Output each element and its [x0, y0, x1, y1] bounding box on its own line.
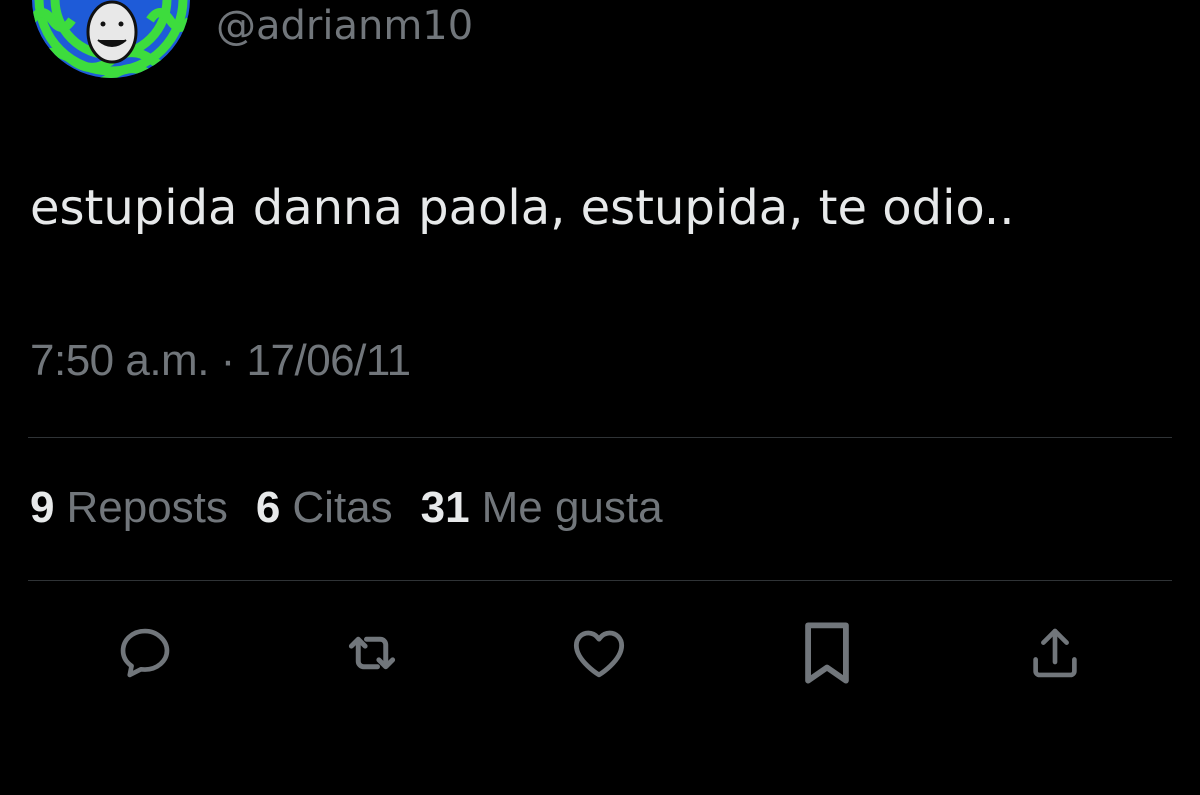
repost-icon	[348, 636, 396, 670]
reply-button[interactable]	[110, 618, 180, 688]
divider	[28, 580, 1172, 581]
share-button[interactable]	[1020, 618, 1090, 688]
bookmark-icon	[805, 622, 849, 684]
tweet-text: estupida danna paola, estupida, te odio.…	[30, 180, 1015, 236]
share-icon	[1033, 628, 1077, 678]
reposts-label: Reposts	[66, 483, 228, 532]
likes-label: Me gusta	[481, 483, 663, 532]
user-handle[interactable]: @adrianm10	[216, 6, 473, 46]
bookmark-button[interactable]	[792, 618, 862, 688]
quotes-label: Citas	[292, 483, 393, 532]
like-button[interactable]	[564, 618, 634, 688]
reposts-count: 9	[30, 483, 55, 532]
tweet-actions-bar	[0, 618, 1200, 688]
reply-icon	[120, 628, 170, 678]
reposts-stat[interactable]: 9 Reposts	[30, 482, 228, 535]
tweet-timestamp[interactable]: 7:50 a.m. · 17/06/11	[30, 335, 411, 388]
likes-count: 31	[420, 483, 470, 532]
likes-stat[interactable]: 31 Me gusta	[421, 482, 663, 535]
avatar[interactable]	[32, 0, 190, 78]
quotes-stat[interactable]: 6 Citas	[256, 482, 393, 535]
repost-button[interactable]	[337, 618, 407, 688]
engagement-stats: 9 Reposts 6 Citas 31 Me gusta	[30, 482, 691, 535]
like-icon	[573, 630, 625, 678]
quotes-count: 6	[255, 483, 281, 532]
divider	[28, 437, 1172, 438]
